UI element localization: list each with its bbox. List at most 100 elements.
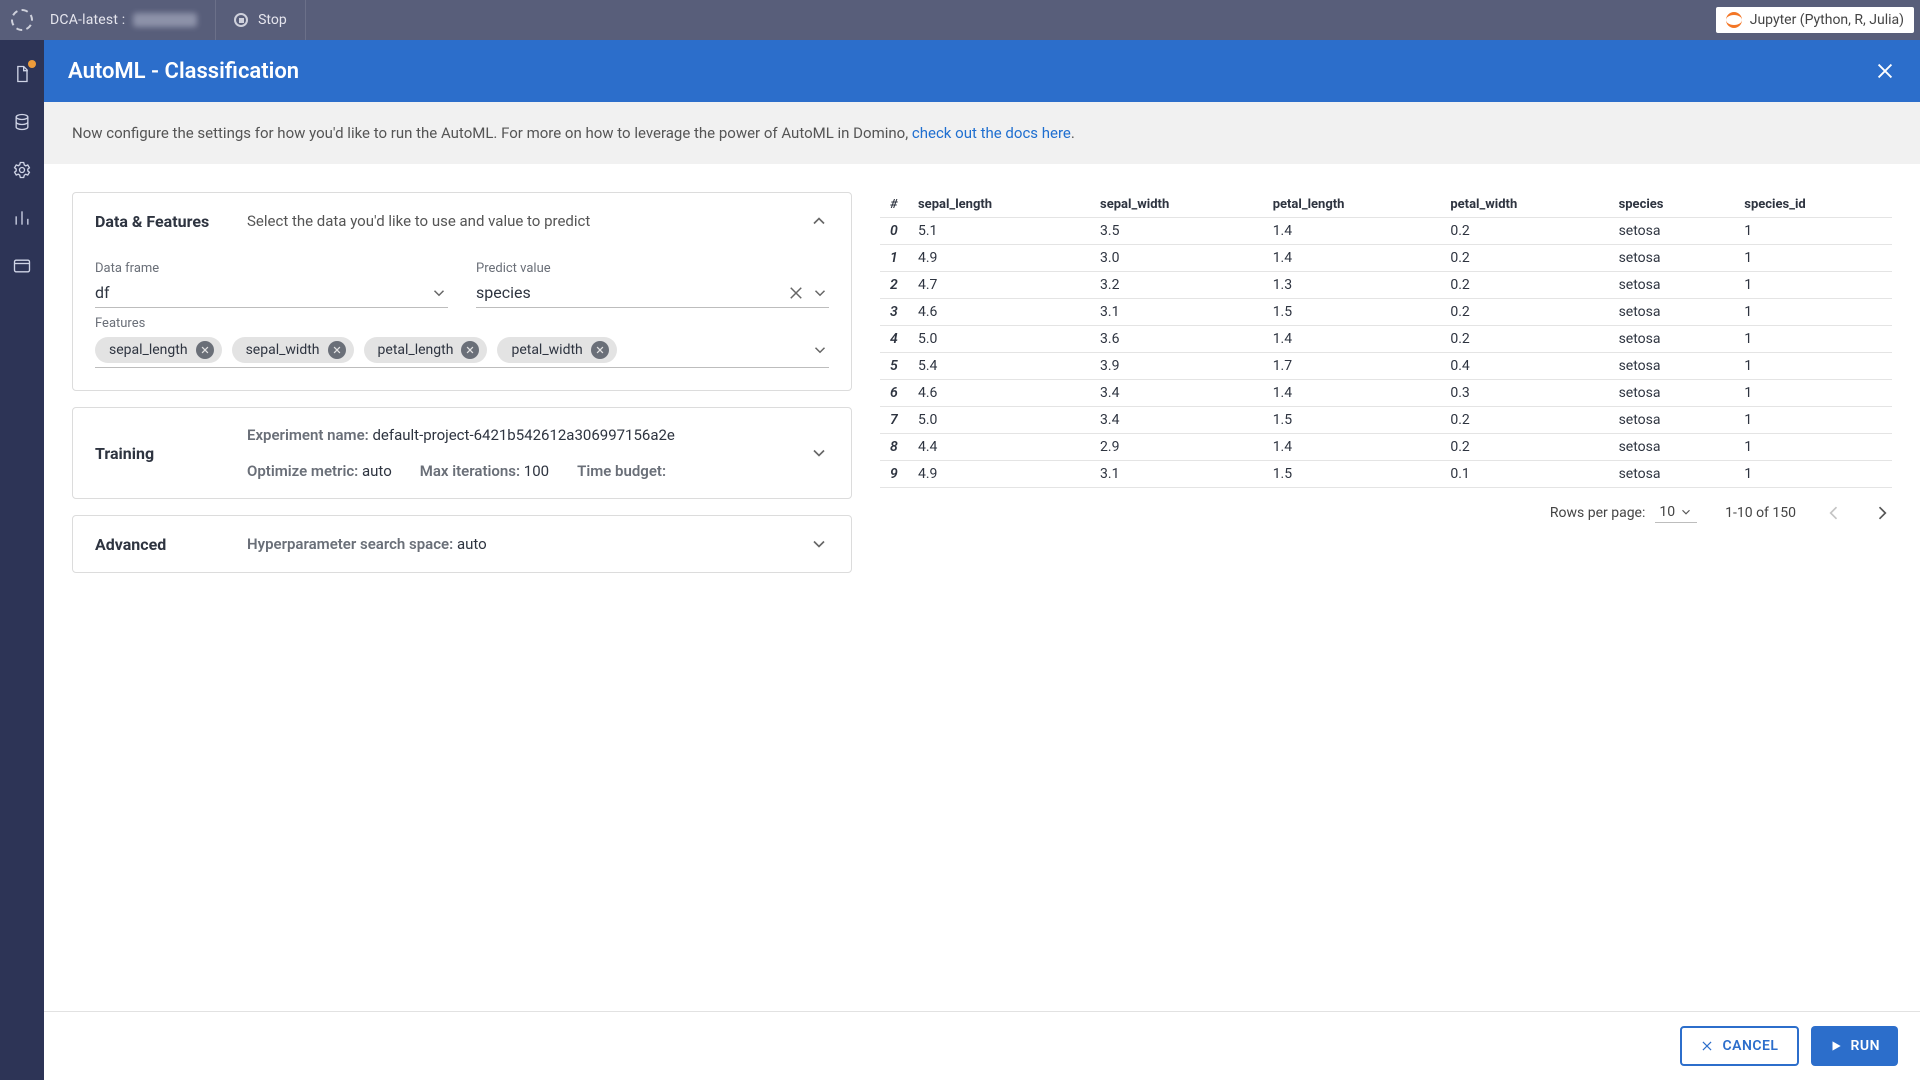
table-row: 75.03.41.50.2setosa1 (880, 407, 1892, 434)
table-cell: setosa (1609, 434, 1735, 461)
table-cell: 2 (880, 272, 908, 299)
project-prefix: DCA-latest : (50, 12, 125, 28)
exp-name-value: default-project-6421b542612a306997156a2e (372, 426, 674, 444)
rows-per-page-label: Rows per page: (1550, 505, 1645, 521)
table-cell: 0.2 (1440, 272, 1608, 299)
table-cell: 3.1 (1090, 299, 1263, 326)
predict-field: Predict value species (476, 261, 829, 308)
run-button[interactable]: RUN (1811, 1026, 1899, 1066)
panel-data-header[interactable]: Data & Features Select the data you'd li… (73, 193, 851, 249)
exp-name-label: Experiment name: (247, 426, 369, 444)
workspace-tool-chip[interactable]: Jupyter (Python, R, Julia) (1716, 7, 1914, 33)
metric-label: Optimize metric: (247, 462, 358, 480)
badge-icon (28, 60, 36, 68)
table-cell: 3.5 (1090, 218, 1263, 245)
next-page-button[interactable] (1872, 503, 1892, 523)
predict-select[interactable]: species (476, 278, 829, 308)
clear-icon[interactable] (787, 284, 805, 302)
main-pane: AutoML - Classification Now configure th… (44, 40, 1920, 1080)
chip-label: sepal_length (109, 342, 188, 358)
dataframe-select[interactable]: df (95, 278, 448, 308)
stop-icon (234, 13, 248, 27)
panel-data-title: Data & Features (95, 212, 215, 231)
table-cell: setosa (1609, 272, 1735, 299)
panel-training-header[interactable]: Training Experiment name: default-projec… (73, 408, 851, 498)
features-select[interactable]: sepal_length sepal_width petal_length petal… (95, 333, 829, 368)
cancel-button[interactable]: CANCEL (1680, 1026, 1798, 1066)
rail-files-icon[interactable] (12, 64, 32, 84)
panel-training-summary: Experiment name: default-project-6421b54… (247, 426, 777, 480)
table-cell: 5.1 (908, 218, 1090, 245)
table-cell: 1.4 (1263, 326, 1441, 353)
feature-chip: petal_width (497, 337, 616, 363)
table-cell: 0.2 (1440, 407, 1608, 434)
chip-remove-icon[interactable] (196, 341, 214, 359)
column-header: species_id (1734, 192, 1892, 218)
column-header: petal_length (1263, 192, 1441, 218)
docs-link[interactable]: check out the docs here (912, 124, 1071, 142)
table-cell: 1.3 (1263, 272, 1441, 299)
table-row: 34.63.11.50.2setosa1 (880, 299, 1892, 326)
rail-settings-icon[interactable] (12, 160, 32, 180)
chip-remove-icon[interactable] (328, 341, 346, 359)
column-header: sepal_width (1090, 192, 1263, 218)
chip-remove-icon[interactable] (591, 341, 609, 359)
dataframe-field: Data frame df (95, 261, 448, 308)
table-cell: 1.4 (1263, 434, 1441, 461)
prev-page-button[interactable] (1824, 503, 1844, 523)
feature-chip: sepal_length (95, 337, 222, 363)
rail-terminal-icon[interactable] (12, 256, 32, 276)
chevron-up-icon (809, 211, 829, 231)
rail-charts-icon[interactable] (12, 208, 32, 228)
domino-logo-icon (11, 9, 33, 31)
close-button[interactable] (1874, 60, 1896, 82)
table-cell: 3.9 (1090, 353, 1263, 380)
rail-data-icon[interactable] (12, 112, 32, 132)
column-header: sepal_length (908, 192, 1090, 218)
features-field: Features sepal_lengthsepal_widthpetal_le… (95, 316, 829, 368)
column-header: species (1609, 192, 1735, 218)
left-rail (0, 40, 44, 1080)
stop-label: Stop (258, 12, 287, 28)
dropdown-icon (811, 284, 829, 302)
table-row: 55.43.91.70.4setosa1 (880, 353, 1892, 380)
panel-advanced-title: Advanced (95, 535, 215, 554)
stop-button[interactable]: Stop (216, 0, 306, 40)
panel-advanced-header[interactable]: Advanced Hyperparameter search space: au… (73, 516, 851, 572)
feature-chip: petal_length (364, 337, 488, 363)
project-name-redacted (133, 13, 197, 27)
chevron-down-icon (809, 443, 829, 463)
panel-advanced: Advanced Hyperparameter search space: au… (72, 515, 852, 573)
table-cell: 1.5 (1263, 407, 1441, 434)
metric-value: auto (362, 462, 392, 480)
dropdown-icon (430, 284, 448, 302)
rows-per-page: Rows per page: 10 (1550, 502, 1697, 523)
table-cell: 1.4 (1263, 218, 1441, 245)
table-cell: setosa (1609, 407, 1735, 434)
panel-training: Training Experiment name: default-projec… (72, 407, 852, 499)
page-header: AutoML - Classification (44, 40, 1920, 102)
app-logo (0, 9, 44, 31)
dataframe-value: df (95, 283, 424, 302)
chip-remove-icon[interactable] (461, 341, 479, 359)
table-cell: 1.5 (1263, 461, 1441, 488)
panel-training-title: Training (95, 444, 215, 463)
table-cell: 0.2 (1440, 434, 1608, 461)
config-column: Data & Features Select the data you'd li… (72, 192, 852, 573)
predict-value: species (476, 283, 781, 302)
table-cell: 1.7 (1263, 353, 1441, 380)
table-cell: setosa (1609, 380, 1735, 407)
topbar: DCA-latest : Stop Jupyter (Python, R, Ju… (0, 0, 1920, 40)
feature-chip: sepal_width (232, 337, 354, 363)
table-cell: 4 (880, 326, 908, 353)
hps-value: auto (457, 535, 487, 553)
chip-label: petal_width (511, 342, 582, 358)
project-name: DCA-latest : (44, 12, 215, 28)
jupyter-label: Jupyter (Python, R, Julia) (1750, 12, 1904, 28)
table-row: 64.63.41.40.3setosa1 (880, 380, 1892, 407)
table-cell: setosa (1609, 299, 1735, 326)
rows-per-page-select[interactable]: 10 (1655, 502, 1697, 523)
footer-actions: CANCEL RUN (44, 1011, 1920, 1080)
table-cell: 1 (1734, 299, 1892, 326)
info-banner: Now configure the settings for how you'd… (44, 102, 1920, 164)
